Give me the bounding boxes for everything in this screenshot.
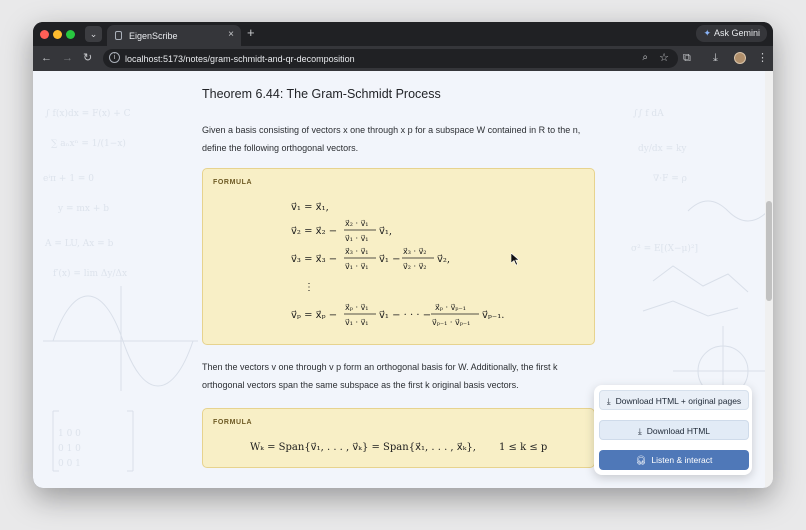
download-html-original-pages-button[interactable]: ⤓ Download HTML + original pages: [599, 390, 749, 410]
favicon-icon: [115, 31, 122, 40]
maximize-window-button[interactable]: [66, 30, 75, 39]
svg-text:∫ f(x)dx = F(x) + C: ∫ f(x)dx = F(x) + C: [45, 108, 131, 119]
svg-text:v⃗ₚ₋₁ · v⃗ₚ₋₁: v⃗ₚ₋₁ · v⃗ₚ₋₁: [432, 318, 470, 327]
close-window-button[interactable]: [40, 30, 49, 39]
svg-text:v⃗₂ = x⃗₂ −: v⃗₂ = x⃗₂ −: [291, 226, 337, 237]
svg-text:v⃗₁ · v⃗₁: v⃗₁ · v⃗₁: [345, 318, 369, 327]
download-html-label: Download HTML: [646, 426, 711, 436]
intro-line-2: define the following orthogonal vectors.: [202, 143, 359, 153]
gram-schmidt-formula-box: FORMULA v⃗₁ = x⃗₁, v⃗₂ = x⃗₂ − x⃗₂ · v⃗₁…: [202, 168, 595, 345]
forward-arrow-icon[interactable]: →: [62, 51, 73, 65]
scrollbar-thumb[interactable]: [766, 201, 772, 301]
mouse-cursor-icon: [511, 253, 520, 266]
download-html-button[interactable]: ⤓ Download HTML: [599, 420, 749, 440]
svg-text:∫∫ f dA: ∫∫ f dA: [633, 109, 664, 119]
svg-text:1 0 0: 1 0 0: [58, 429, 81, 439]
intro-line-1: Given a basis consisting of vectors x on…: [202, 125, 581, 135]
listen-interact-label: Listen & interact: [651, 455, 713, 465]
svg-text:0 0 1: 0 0 1: [58, 459, 81, 469]
profile-avatar[interactable]: [734, 52, 746, 64]
result-line-2: orthogonal vectors span the same subspac…: [202, 380, 519, 390]
svg-text:0 1 0: 0 1 0: [58, 444, 81, 454]
browser-window: ⌄ EigenScribe × + ✦ Ask Gemini ← → ↻ i lo…: [33, 22, 773, 488]
listen-interact-button[interactable]: 🎧︎ Listen & interact: [599, 450, 749, 470]
svg-text:x⃗ₚ · v⃗₁: x⃗ₚ · v⃗₁: [345, 303, 369, 312]
svg-text:v⃗₁ · v⃗₁: v⃗₁ · v⃗₁: [345, 262, 369, 271]
svg-text:x⃗ₚ · v⃗ₚ₋₁: x⃗ₚ · v⃗ₚ₋₁: [435, 303, 466, 312]
svg-text:eⁱπ + 1 = 0: eⁱπ + 1 = 0: [43, 174, 94, 184]
download-icon: ⤓: [606, 396, 611, 406]
svg-text:v⃗₂ · v⃗₂: v⃗₂ · v⃗₂: [403, 262, 427, 271]
reload-icon[interactable]: ↻: [83, 51, 92, 65]
svg-text:x⃗₂ · v⃗₁: x⃗₂ · v⃗₁: [345, 219, 369, 228]
browser-toolbar: ← → ↻ i localhost:5173/notes/gram-schmid…: [33, 46, 773, 71]
bookmark-star-icon[interactable]: ☆: [659, 51, 669, 64]
span-formula-box: FORMULA Wₖ = Span{v⃗₁, . . . , v⃗ₖ} = Sp…: [202, 408, 595, 468]
menu-kebab-icon[interactable]: ⋮: [757, 51, 768, 65]
tab-close-icon[interactable]: ×: [228, 29, 234, 40]
headphones-icon: 🎧︎: [635, 455, 647, 465]
tab-eigenscribe[interactable]: EigenScribe ×: [107, 25, 241, 46]
vertical-scrollbar[interactable]: [765, 71, 773, 488]
svg-text:f′(x) = lim Δy/Δx: f′(x) = lim Δy/Δx: [53, 268, 127, 279]
download-icon[interactable]: ⤓: [713, 51, 718, 65]
address-bar[interactable]: i localhost:5173/notes/gram-schmidt-and-…: [103, 49, 678, 68]
svg-text:dy/dx = ky: dy/dx = ky: [638, 144, 687, 154]
ask-gemini-button[interactable]: ✦ Ask Gemini: [696, 25, 767, 42]
result-paragraph: Then the vectors v one through v p form …: [202, 358, 597, 394]
result-line-1: Then the vectors v one through v p form …: [202, 362, 558, 372]
svg-text:v⃗₁,: v⃗₁,: [379, 226, 392, 237]
url-text: localhost:5173/notes/gram-schmidt-and-qr…: [125, 54, 355, 64]
svg-text:v⃗ₚ = x⃗ₚ −: v⃗ₚ = x⃗ₚ −: [291, 310, 337, 321]
page-content: ∫ f(x)dx = F(x) + C ∑ aₙxⁿ = 1/(1−x) eⁱπ…: [33, 71, 773, 488]
svg-text:σ² = E[(X−μ)²]: σ² = E[(X−μ)²]: [631, 243, 698, 254]
ask-gemini-label: Ask Gemini: [713, 28, 760, 38]
zoom-icon[interactable]: ⌕: [642, 52, 648, 63]
tab-title: EigenScribe: [129, 31, 178, 41]
svg-text:Wₖ = Span{v⃗₁, . . . , v⃗ₖ} =: Wₖ = Span{v⃗₁, . . . , v⃗ₖ} = Span{x⃗₁, …: [250, 442, 476, 453]
svg-text:v⃗ₚ₋₁.: v⃗ₚ₋₁.: [482, 310, 504, 321]
gram-schmidt-equations: v⃗₁ = x⃗₁, v⃗₂ = x⃗₂ − x⃗₂ · v⃗₁ v⃗₁ · v…: [291, 202, 504, 327]
svg-text:x⃗₃ · v⃗₂: x⃗₃ · v⃗₂: [403, 247, 427, 256]
svg-text:x⃗₃ · v⃗₁: x⃗₃ · v⃗₁: [345, 247, 369, 256]
svg-text:v⃗₁ − · · · −: v⃗₁ − · · · −: [379, 310, 431, 321]
svg-text:y = mx + b: y = mx + b: [57, 204, 109, 214]
svg-text:⋮: ⋮: [304, 282, 314, 293]
gemini-sparkle-icon: ✦: [703, 28, 711, 38]
svg-text:∇·F = ρ: ∇·F = ρ: [653, 174, 687, 184]
svg-text:v⃗₁ · v⃗₁: v⃗₁ · v⃗₁: [345, 234, 369, 243]
tab-strip: ⌄ EigenScribe × + ✦ Ask Gemini: [33, 22, 773, 46]
site-info-icon[interactable]: i: [109, 52, 120, 63]
theorem-title: Theorem 6.44: The Gram-Schmidt Process: [202, 87, 441, 101]
tab-search-button[interactable]: ⌄: [85, 26, 102, 42]
download-popup: ⤓ Download HTML + original pages ⤓ Downloa…: [594, 385, 752, 475]
svg-text:1 ≤ k ≤ p: 1 ≤ k ≤ p: [499, 442, 547, 453]
svg-text:v⃗₁ −: v⃗₁ −: [379, 254, 400, 265]
new-tab-button[interactable]: +: [247, 26, 255, 40]
span-equation: Wₖ = Span{v⃗₁, . . . , v⃗ₖ} = Span{x⃗₁, …: [250, 442, 547, 453]
svg-text:∑ aₙxⁿ = 1/(1−x): ∑ aₙxⁿ = 1/(1−x): [51, 138, 126, 149]
svg-text:v⃗₂,: v⃗₂,: [437, 254, 450, 265]
minimize-window-button[interactable]: [53, 30, 62, 39]
back-arrow-icon[interactable]: ←: [41, 51, 52, 65]
svg-text:A = LU, Ax = b: A = LU, Ax = b: [44, 239, 114, 249]
svg-text:v⃗₁ = x⃗₁,: v⃗₁ = x⃗₁,: [291, 202, 329, 213]
svg-text:v⃗₃ = x⃗₃ −: v⃗₃ = x⃗₃ −: [291, 254, 337, 265]
chevron-down-icon: ⌄: [89, 29, 98, 39]
download-html-original-label: Download HTML + original pages: [615, 396, 742, 406]
extensions-icon[interactable]: ⧉: [683, 51, 691, 65]
download-icon: ⤓: [637, 426, 642, 436]
intro-paragraph: Given a basis consisting of vectors x on…: [202, 121, 597, 157]
